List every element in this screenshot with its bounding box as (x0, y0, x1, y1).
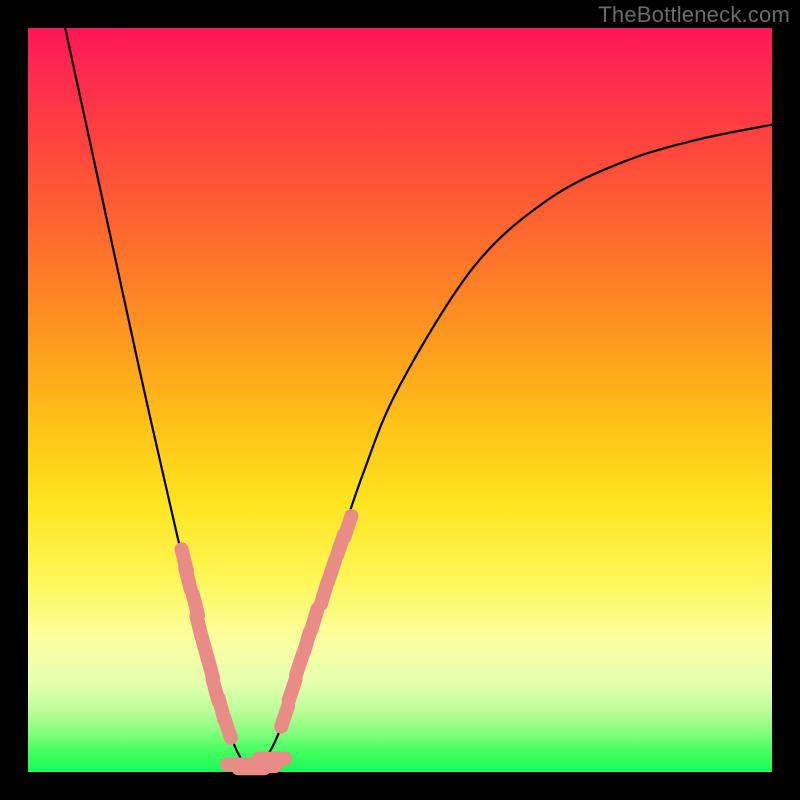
highlight-segment (328, 561, 335, 582)
highlight-segment (344, 516, 351, 537)
watermark-text: TheBottleneck.com (598, 2, 790, 28)
highlight-segment (281, 706, 288, 727)
highlight-markers (182, 516, 352, 768)
chart-frame: TheBottleneck.com (0, 0, 800, 800)
highlight-segment (289, 680, 296, 701)
highlight-segment (311, 609, 317, 630)
bottleneck-curve (65, 28, 772, 768)
curve-layer (28, 28, 772, 772)
plot-area (28, 28, 772, 772)
highlight-segment (185, 568, 190, 589)
highlight-segment (224, 717, 231, 738)
